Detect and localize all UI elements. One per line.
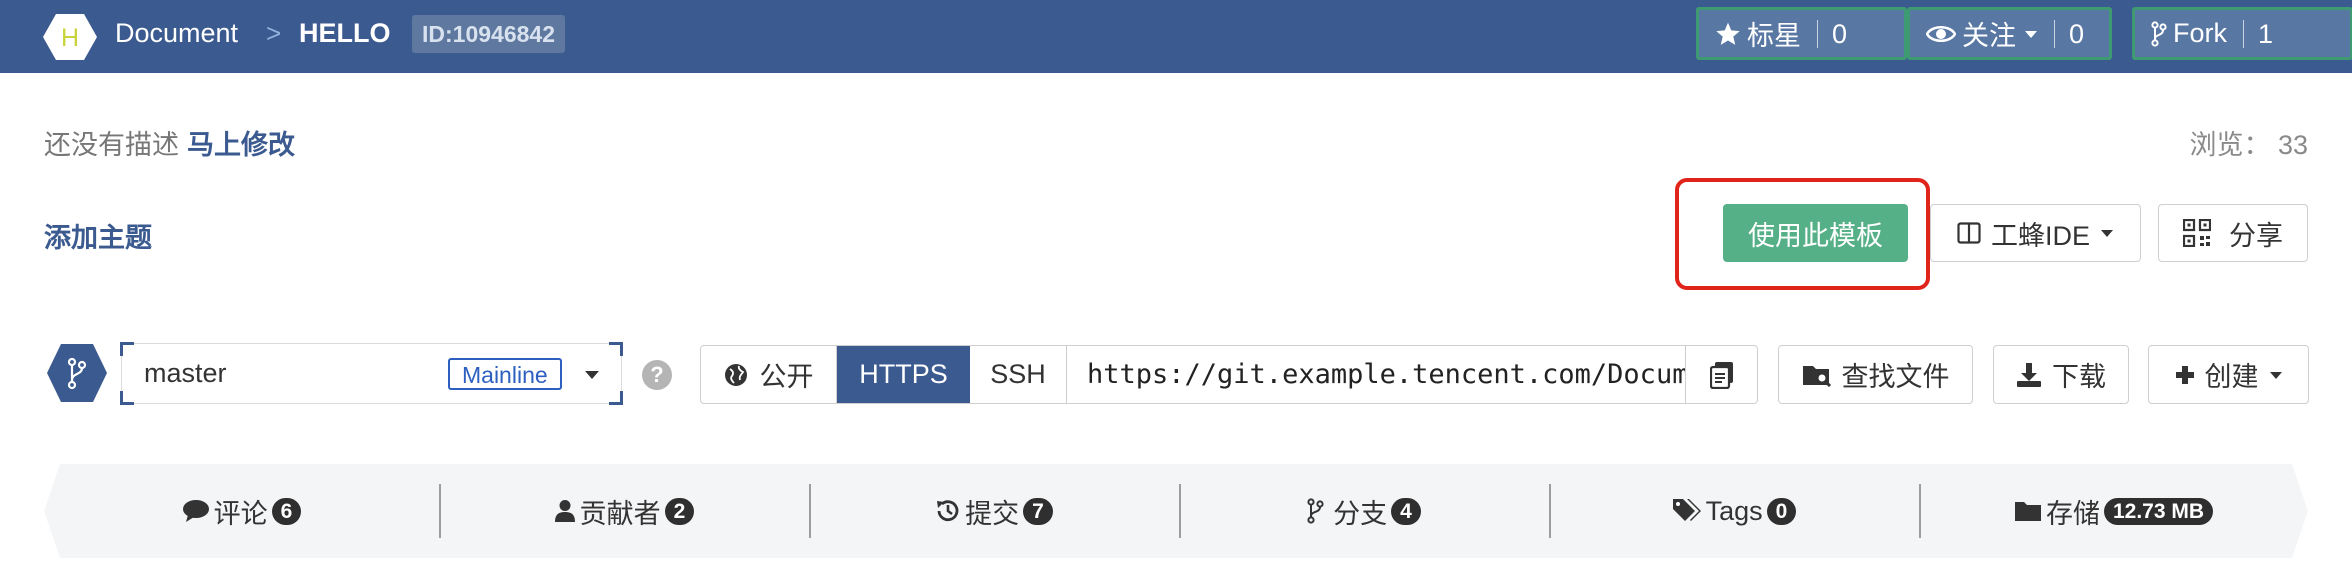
branch-selector[interactable]: master Mainline xyxy=(120,342,623,405)
stat-label: 分支 xyxy=(1333,498,1388,529)
qrcode-icon xyxy=(2183,219,2211,247)
clone-url-input[interactable]: https://git.example.tencent.com/Document… xyxy=(1067,346,1685,403)
stat-count-badge: 0 xyxy=(1766,497,1797,525)
chevron-down-icon xyxy=(2101,230,2113,237)
download-label: 下载 xyxy=(2052,362,2106,392)
stat-label: 贡献者 xyxy=(579,498,661,529)
eye-icon xyxy=(1926,25,1956,42)
history-icon xyxy=(937,500,959,522)
breadcrumb-separator-icon: > xyxy=(266,18,282,48)
chevron-down-icon xyxy=(2269,371,2282,379)
clone-url-group: 公开 HTTPS SSH https://git.example.tencent… xyxy=(700,345,1758,404)
watch-label: 关注 xyxy=(1962,21,2016,51)
columns-icon xyxy=(1957,222,1981,244)
user-icon xyxy=(554,500,575,522)
star-icon xyxy=(1716,22,1740,45)
svg-text:H: H xyxy=(61,24,79,52)
star-button[interactable]: 标星 0 xyxy=(1696,7,1907,60)
breadcrumb-repo-link[interactable]: HELLO xyxy=(299,0,391,66)
watch-button[interactable]: 关注 0 xyxy=(1907,7,2112,60)
share-label: 分享 xyxy=(2229,220,2283,251)
tag-icon xyxy=(1672,499,1701,521)
stat-branches[interactable]: 分支 4 xyxy=(1179,464,1549,558)
clipboard-icon xyxy=(1709,361,1733,389)
ide-dropdown-button[interactable]: 工蜂IDE xyxy=(1930,204,2141,262)
visibility-public: 公开 xyxy=(701,346,837,403)
stat-tags[interactable]: Tags 0 xyxy=(1549,464,1919,558)
folder-search-icon xyxy=(1802,365,1831,387)
stat-count-badge: 7 xyxy=(1023,497,1053,525)
fork-button[interactable]: Fork 1 xyxy=(2132,7,2352,60)
stat-count-badge: 2 xyxy=(664,497,695,525)
branch-icon xyxy=(1307,498,1324,524)
share-button[interactable]: 分享 xyxy=(2158,204,2308,262)
view-count: 浏览： 33 xyxy=(2189,130,2308,160)
help-icon[interactable]: ? xyxy=(642,360,672,390)
https-tab[interactable]: HTTPS xyxy=(837,346,970,403)
ide-label: 工蜂IDE xyxy=(1990,220,2090,251)
repo-id-badge: ID:10946842 xyxy=(412,15,565,53)
add-topic-link[interactable]: 添加主题 xyxy=(44,216,152,255)
edit-description-link[interactable]: 马上修改 xyxy=(187,130,295,160)
globe-icon xyxy=(724,363,747,386)
branch-name: master xyxy=(144,358,227,388)
stat-count-badge: 12.73 MB xyxy=(2103,497,2214,525)
watch-count[interactable]: 0 xyxy=(2054,19,2098,48)
ssh-tab[interactable]: SSH xyxy=(970,346,1067,403)
find-file-button[interactable]: 查找文件 xyxy=(1778,345,1973,404)
stat-label: Tags xyxy=(1705,495,1763,526)
copy-url-button[interactable] xyxy=(1685,346,1757,403)
create-dropdown-button[interactable]: 创建 xyxy=(2148,345,2309,404)
find-file-label: 查找文件 xyxy=(1841,362,1950,392)
download-icon xyxy=(2017,362,2041,387)
visibility-label: 公开 xyxy=(759,362,814,392)
create-label: 创建 xyxy=(2204,362,2259,392)
stat-label: 存储 xyxy=(2045,498,2100,529)
folder-icon xyxy=(2014,502,2041,521)
chevron-down-icon[interactable] xyxy=(584,368,600,380)
download-button[interactable]: 下载 xyxy=(1993,345,2129,404)
project-avatar-icon[interactable]: H xyxy=(42,13,98,61)
use-template-button[interactable]: 使用此模板 xyxy=(1723,204,1908,262)
stat-count-badge: 4 xyxy=(1391,497,1421,525)
top-bar: H Document > HELLO ID:10946842 标星 0 关注 0… xyxy=(0,0,2352,73)
description-empty-text: 还没有描述 xyxy=(44,130,179,160)
star-label: 标星 xyxy=(1747,21,1801,51)
comment-icon xyxy=(182,500,209,522)
fork-icon xyxy=(2151,20,2167,47)
breadcrumb-project-link[interactable]: Document xyxy=(115,0,238,66)
stat-comments[interactable]: 评论 6 xyxy=(44,464,439,558)
plus-icon xyxy=(2175,365,2194,384)
star-count[interactable]: 0 xyxy=(1817,19,1861,48)
repo-description: 还没有描述 马上修改 xyxy=(44,123,295,162)
stat-contributors[interactable]: 贡献者 2 xyxy=(439,464,809,558)
stat-commits[interactable]: 提交 7 xyxy=(809,464,1179,558)
repo-stats-bar: 评论 6 贡献者 2 提交 7 分支 4 Tags 0 存储 12.73 MB xyxy=(44,464,2308,558)
chevron-down-icon xyxy=(2025,30,2037,38)
stat-count-badge: 6 xyxy=(271,497,302,525)
fork-count[interactable]: 1 xyxy=(2243,19,2287,48)
branch-icon xyxy=(47,344,107,402)
mainline-badge: Mainline xyxy=(448,358,562,390)
fork-label: Fork xyxy=(2173,18,2227,48)
stat-label: 提交 xyxy=(965,498,1020,529)
stat-label: 评论 xyxy=(213,498,268,529)
stat-storage[interactable]: 存储 12.73 MB xyxy=(1919,464,2308,558)
